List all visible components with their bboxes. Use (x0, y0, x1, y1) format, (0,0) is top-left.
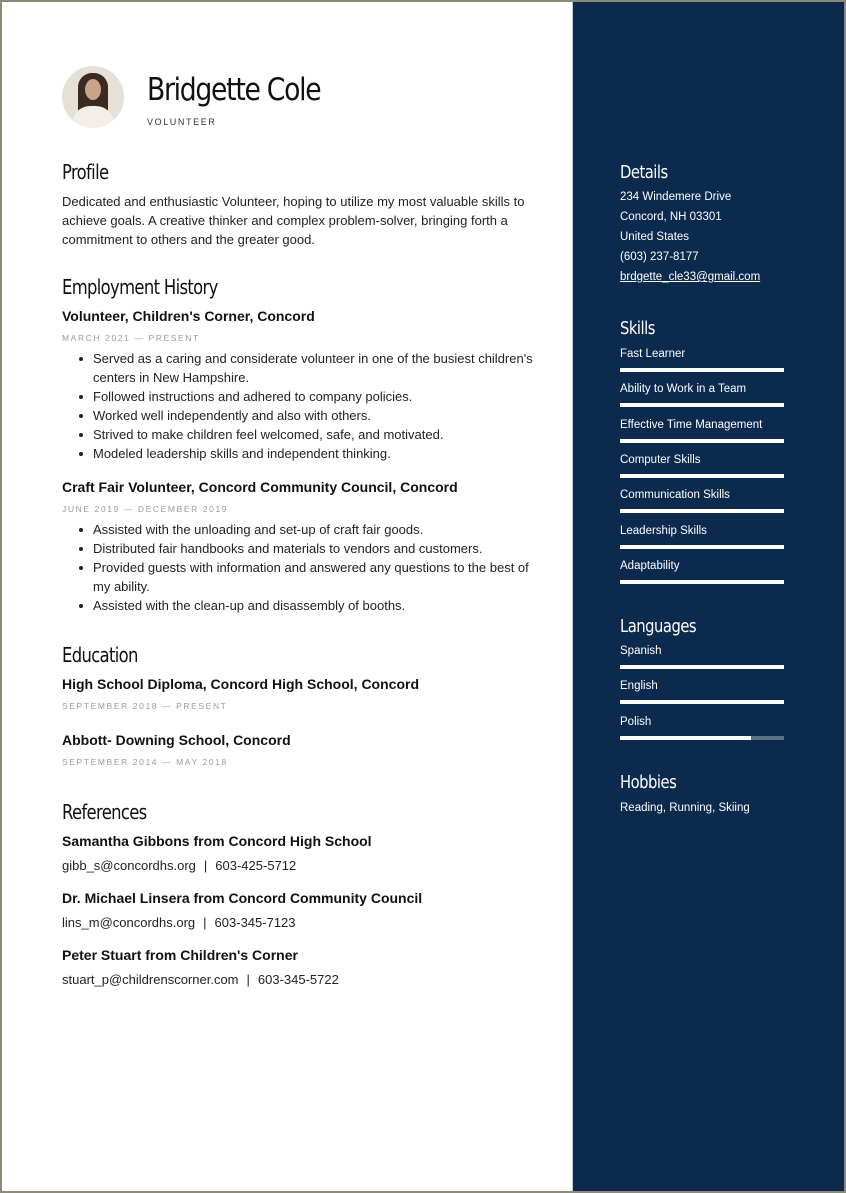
language-label: Spanish (620, 645, 662, 657)
job-dates-2: JUNE 2019 — DECEMBER 2019 (62, 504, 229, 514)
language-label: Polish (620, 715, 652, 728)
skill-level-bar (620, 509, 784, 514)
skill-label: Fast Learner (620, 348, 686, 360)
education-title-1: High School Diploma, Concord High School… (62, 676, 419, 692)
profile-heading: Profile (62, 160, 109, 184)
reference-contact-2: lins_m@concordhs.org | 603-345-7123 (62, 915, 296, 930)
reference-contact-1: gibb_s@concordhs.org | 603-425-5712 (62, 858, 296, 873)
language-level-bar (620, 735, 784, 740)
avatar (62, 66, 124, 128)
language-level-fill (620, 700, 784, 705)
reference-email[interactable]: stuart_p@childrenscorner.com (62, 972, 239, 987)
separator: | (203, 915, 207, 930)
candidate-name: Bridgette Cole (147, 72, 322, 108)
hobbies-text: Reading, Running, Skiing (620, 802, 750, 814)
reference-phone: 603-345-7123 (214, 915, 296, 930)
reference-name-3: Peter Stuart from Children's Corner (62, 947, 298, 963)
language-level-fill (620, 735, 752, 740)
skill-level-fill (620, 473, 784, 478)
skill-level-fill (620, 368, 784, 372)
separator: | (246, 972, 250, 987)
education-dates-1: SEPTEMBER 2018 — PRESENT (62, 701, 228, 711)
list-item: Modeled leadership skills and independen… (79, 444, 533, 463)
sidebar (572, 2, 844, 1191)
reference-name-1: Samantha Gibbons from Concord High Schoo… (62, 833, 372, 849)
skills-heading: Skills (620, 318, 655, 339)
reference-email[interactable]: lins_m@concordhs.org (62, 915, 195, 930)
skill-level-fill (620, 509, 784, 514)
education-heading: Education (62, 643, 138, 667)
address-line-1: 234 Windemere Drive (620, 191, 732, 203)
skill-label: Computer Skills (620, 453, 701, 466)
skill-label: Effective Time Management (620, 418, 763, 431)
skill-label: Communication Skills (620, 489, 730, 502)
email-link[interactable]: brdgette_cle33@gmail.com (620, 271, 760, 283)
language-level-bar (620, 665, 784, 669)
job-title-2: Craft Fair Volunteer, Concord Community … (62, 479, 458, 495)
skill-level-fill (620, 579, 784, 584)
skill-level-bar (620, 438, 784, 443)
country: United States (620, 231, 690, 243)
profile-text: Dedicated and enthusiastic Volunteer, ho… (62, 194, 525, 247)
education-dates-2: SEPTEMBER 2014 — MAY 2018 (62, 757, 228, 767)
avatar-face (85, 79, 101, 100)
skill-level-bar (620, 403, 784, 408)
reference-phone: 603-425-5712 (215, 858, 297, 873)
skill-level-bar (620, 579, 784, 584)
list-item: Assisted with the clean-up and disassemb… (79, 596, 533, 615)
job-title-1: Volunteer, Children's Corner, Concord (62, 308, 315, 324)
reference-name-2: Dr. Michael Linsera from Concord Communi… (62, 890, 423, 906)
skill-label: Adaptability (620, 559, 680, 572)
reference-email[interactable]: gibb_s@concordhs.org (62, 858, 196, 873)
reference-phone: 603-345-5722 (257, 972, 339, 987)
education-title-2: Abbott- Downing School, Concord (62, 732, 291, 748)
job-bullets-1: Served as a caring and considerate volun… (79, 349, 533, 463)
list-item: Distributed fair handbooks and materials… (79, 539, 533, 558)
skill-label: Ability to Work in a Team (620, 383, 747, 396)
language-level-bar (620, 700, 784, 705)
list-item: Provided guests with information and ans… (79, 558, 533, 596)
hobbies-heading: Hobbies (620, 772, 677, 793)
employment-heading: Employment History (62, 275, 218, 299)
skill-level-fill (620, 403, 784, 408)
job-title: VOLUNTEER (147, 117, 217, 127)
job-bullets-2: Assisted with the unloading and set-up o… (79, 520, 533, 615)
skill-level-fill (620, 438, 784, 443)
address-line-2: Concord, NH 03301 (620, 211, 722, 223)
separator: | (203, 858, 208, 873)
language-label: English (620, 680, 658, 693)
languages-heading: Languages (620, 616, 697, 637)
skill-level-bar (620, 473, 784, 478)
skill-level-fill (620, 544, 784, 549)
list-item: Strived to make children feel welcomed, … (79, 425, 533, 444)
list-item: Served as a caring and considerate volun… (79, 351, 533, 385)
skill-label: Leadership Skills (620, 524, 707, 537)
skill-level-bar (620, 368, 784, 372)
references-heading: References (62, 800, 147, 824)
language-level-fill (620, 665, 784, 669)
list-item: Followed instructions and adhered to com… (79, 387, 533, 406)
job-dates-1: MARCH 2021 — PRESENT (62, 333, 200, 343)
skill-level-bar (620, 544, 784, 549)
phone: (603) 237-8177 (620, 251, 699, 263)
details-heading: Details (620, 162, 668, 183)
reference-contact-3: stuart_p@childrenscorner.com | 603-345-572… (62, 972, 339, 987)
list-item: Assisted with the unloading and set-up o… (79, 520, 533, 539)
list-item: Worked well independently and also with … (79, 406, 533, 425)
